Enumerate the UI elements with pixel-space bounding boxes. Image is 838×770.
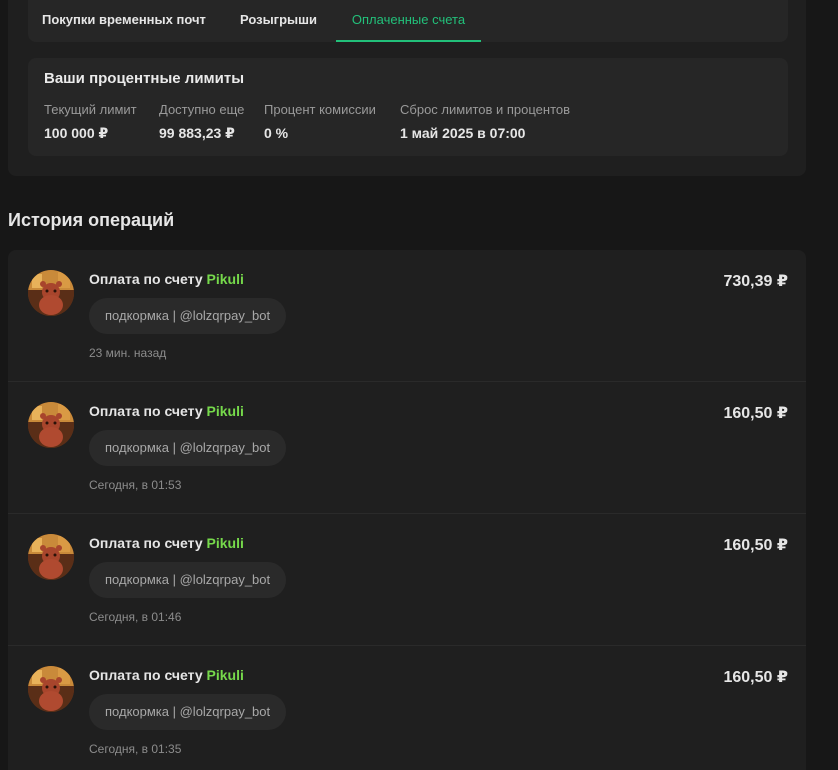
limit-value: 100 000 ₽ xyxy=(44,125,109,141)
operation-row[interactable]: Оплата по счету Pikuli подкормка | @lolz… xyxy=(8,382,806,514)
limit-label: Доступно еще xyxy=(159,102,245,117)
operation-time: 23 мин. назад xyxy=(89,346,167,360)
username-link[interactable]: Pikuli xyxy=(207,667,244,683)
limits-card: Ваши процентные лимиты Текущий лимит 100… xyxy=(28,58,788,156)
top-panel: Покупки временных почт Розыгрыши Оплачен… xyxy=(8,0,806,176)
operation-prefix: Оплата по счету xyxy=(89,271,203,287)
tab-giveaways[interactable]: Розыгрыши xyxy=(240,0,317,42)
username-link[interactable]: Pikuli xyxy=(207,535,244,551)
operation-row[interactable]: Оплата по счету Pikuli подкормка | @lolz… xyxy=(8,514,806,646)
username-link[interactable]: Pikuli xyxy=(207,403,244,419)
avatar[interactable] xyxy=(28,534,74,580)
limits-title: Ваши процентные лимиты xyxy=(44,70,245,87)
tabs-bar: Покупки временных почт Розыгрыши Оплачен… xyxy=(28,0,788,42)
operation-time: Сегодня, в 01:46 xyxy=(89,610,182,624)
avatar[interactable] xyxy=(28,270,74,316)
operation-amount: 730,39 ₽ xyxy=(723,273,788,290)
tab-temp-mail-purchases[interactable]: Покупки временных почт xyxy=(42,0,206,42)
limit-value: 0 % xyxy=(264,125,289,141)
limit-commission: Процент комиссии 0 % xyxy=(264,102,376,141)
limit-available: Доступно еще 99 883,23 ₽ xyxy=(159,102,244,142)
operation-title: Оплата по счету Pikuli xyxy=(89,403,244,419)
username-link[interactable]: Pikuli xyxy=(207,271,244,287)
limit-value: 1 май 2025 в 07:00 xyxy=(400,125,526,141)
operations-list: Оплата по счету Pikuli подкормка | @lolz… xyxy=(8,250,806,770)
operation-time: Сегодня, в 01:53 xyxy=(89,478,182,492)
operation-comment: подкормка | @lolzqrpay_bot xyxy=(89,298,287,334)
limit-current: Текущий лимит 100 000 ₽ xyxy=(44,102,137,142)
operation-amount: 160,50 ₽ xyxy=(723,669,788,686)
operation-prefix: Оплата по счету xyxy=(89,535,203,551)
tab-paid-invoices[interactable]: Оплаченные счета xyxy=(336,0,481,42)
operation-comment: подкормка | @lolzqrpay_bot xyxy=(89,694,287,730)
operation-amount: 160,50 ₽ xyxy=(723,537,788,554)
limit-label: Процент комиссии xyxy=(264,102,376,117)
operation-prefix: Оплата по счету xyxy=(89,403,203,419)
operation-row[interactable]: Оплата по счету Pikuli подкормка | @lolz… xyxy=(8,250,806,382)
limit-reset: Сброс лимитов и процентов 1 май 2025 в 0… xyxy=(400,102,570,141)
history-title: История операций xyxy=(8,210,175,230)
operation-comment: подкормка | @lolzqrpay_bot xyxy=(89,562,287,598)
operation-row[interactable]: Оплата по счету Pikuli подкормка | @lolz… xyxy=(8,646,806,770)
operation-time: Сегодня, в 01:35 xyxy=(89,742,182,756)
avatar[interactable] xyxy=(28,666,74,712)
operation-comment: подкормка | @lolzqrpay_bot xyxy=(89,430,287,466)
operation-amount: 160,50 ₽ xyxy=(723,405,788,422)
operation-title: Оплата по счету Pikuli xyxy=(89,667,244,683)
limit-label: Текущий лимит xyxy=(44,102,137,117)
operation-title: Оплата по счету Pikuli xyxy=(89,271,244,287)
limit-label: Сброс лимитов и процентов xyxy=(400,102,571,117)
operation-title: Оплата по счету Pikuli xyxy=(89,535,244,551)
operation-prefix: Оплата по счету xyxy=(89,667,203,683)
limit-value: 99 883,23 ₽ xyxy=(159,125,235,141)
avatar[interactable] xyxy=(28,402,74,448)
